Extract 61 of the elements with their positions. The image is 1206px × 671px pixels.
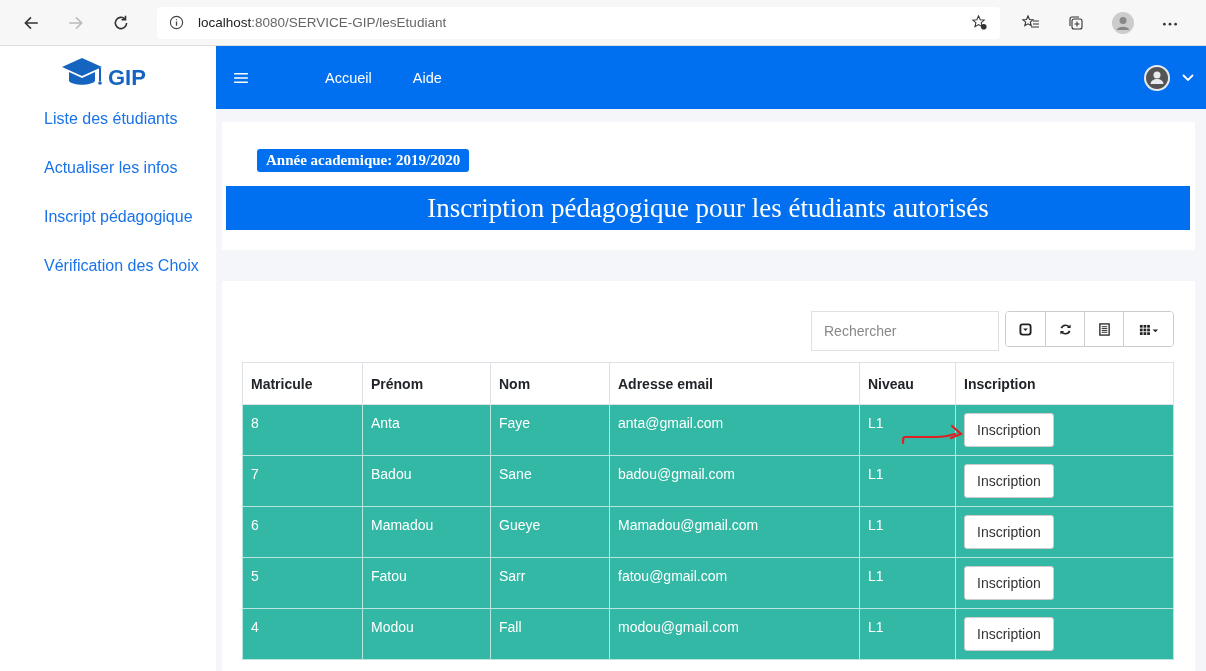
table-cell: Mamadou@gmail.com (609, 506, 860, 558)
column-header: Niveau (859, 362, 956, 405)
table-cell: L1 (859, 404, 956, 456)
column-header: Adresse email (609, 362, 860, 405)
add-favorite-icon[interactable] (971, 14, 988, 31)
table-cell: fatou@gmail.com (609, 557, 860, 609)
columns-button[interactable] (1123, 312, 1173, 346)
column-header: Inscription (955, 362, 1174, 405)
arrow-drawing (900, 423, 964, 445)
sidebar-link[interactable]: Vérification des Choix (44, 256, 199, 276)
table-cell: Sane (490, 455, 610, 507)
inscription-button[interactable]: Inscription (964, 464, 1054, 498)
inscription-button[interactable]: Inscription (964, 515, 1054, 549)
list-icon (1097, 322, 1111, 336)
table-cell: anta@gmail.com (609, 404, 860, 456)
table-cell: badou@gmail.com (609, 455, 860, 507)
info-icon (169, 15, 184, 30)
table-cell: Mamadou (362, 506, 491, 558)
table-cell: 5 (242, 557, 363, 609)
collections-icon[interactable] (1067, 13, 1085, 32)
chevron-down-icon[interactable] (1182, 73, 1194, 82)
table-cell: L1 (859, 455, 956, 507)
table-cell: 6 (242, 506, 363, 558)
refresh-icon (1058, 322, 1072, 336)
table-cell: L1 (859, 506, 956, 558)
table-cell: Faye (490, 404, 610, 456)
academic-year-label: Année academique: 2019/2020 (257, 149, 470, 172)
profile-icon[interactable] (1112, 11, 1134, 34)
nav-link[interactable]: Accueil (325, 69, 372, 86)
table-cell: L1 (859, 557, 956, 609)
column-header: Nom (490, 362, 610, 405)
sidebar-link[interactable]: Liste des étudiants (44, 109, 178, 129)
inscription-button[interactable]: Inscription (964, 413, 1054, 447)
column-header: Prénom (362, 362, 491, 405)
inscription-button[interactable]: Inscription (964, 566, 1054, 600)
user-icon[interactable] (1144, 64, 1170, 91)
inscription-button[interactable]: Inscription (964, 617, 1054, 651)
table-cell: 8 (242, 404, 363, 456)
brand-name: GIP (108, 66, 146, 90)
table-cell: 7 (242, 455, 363, 507)
grid-icon (1138, 322, 1159, 336)
sidebar-link[interactable]: Inscript pédagogique (44, 207, 193, 227)
menu-icon[interactable] (233, 71, 249, 84)
table-cell: Gueye (490, 506, 610, 558)
table-cell: Fall (490, 608, 610, 660)
table-cell: modou@gmail.com (609, 608, 860, 660)
sidebar-link[interactable]: Actualiser les infos (44, 158, 178, 178)
address-bar[interactable]: localhost:8080/SERVICE-GIP/lesEtudiant (157, 6, 1000, 39)
dropdown-square-icon (1019, 322, 1032, 336)
reload-icon[interactable] (112, 13, 130, 32)
column-header: Matricule (242, 362, 363, 405)
table-cell: Fatou (362, 557, 491, 609)
table-cell: 4 (242, 608, 363, 660)
table-cell: Anta (362, 404, 491, 456)
table-cell: Badou (362, 455, 491, 507)
search-field[interactable]: Rechercher (811, 311, 999, 351)
table-cell: Sarr (490, 557, 610, 609)
nav-link[interactable]: Aide (412, 69, 442, 86)
table-cell: Modou (362, 608, 491, 660)
page-title: Inscription pédagogique pour les étudiants autorisés (226, 186, 1190, 230)
table-cell: L1 (859, 608, 956, 660)
